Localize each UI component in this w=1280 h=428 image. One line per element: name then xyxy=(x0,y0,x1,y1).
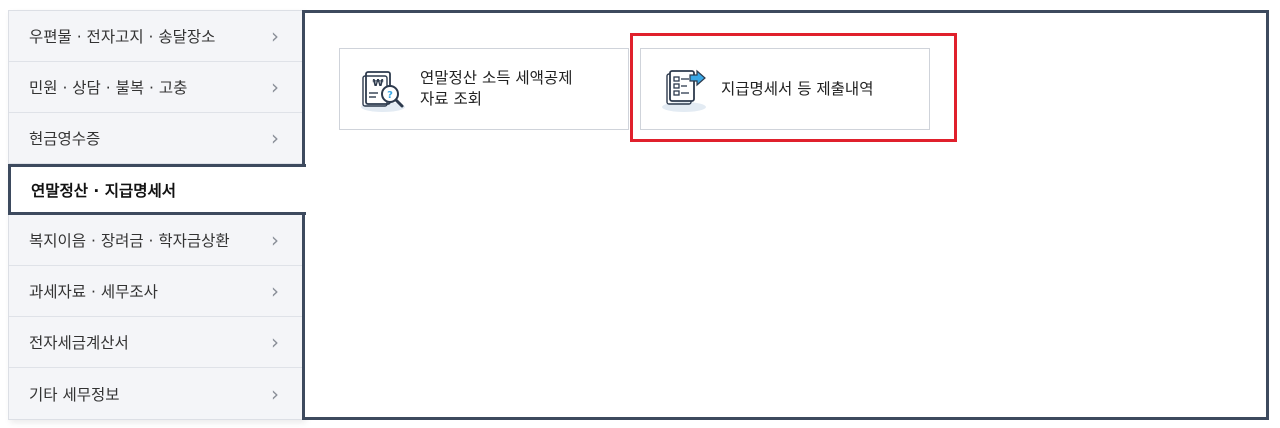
card-label: 지급명세서 등 제출내역 xyxy=(721,79,874,98)
sidebar-item-label: 복지이음 · 장려금 · 학자금상환 xyxy=(29,232,230,250)
chevron-right-icon: › xyxy=(271,279,279,303)
sidebar-item-label: 전자세금계산서 xyxy=(29,334,129,352)
chevron-right-icon: › xyxy=(271,381,279,406)
sidebar-item-label: 기타 세무정보 xyxy=(29,385,120,404)
submenu-panel: ₩ ? 연말정산 소득 세액공제 자료 조회 지급명세서 등 제출내역 xyxy=(302,10,1269,420)
tax-document-search-icon: ₩ ? xyxy=(361,71,405,112)
sidebar-item-cash-receipt[interactable]: 현금영수증 › xyxy=(9,113,303,164)
chevron-right-icon: › xyxy=(271,75,279,99)
sidebar-item-label: 연말정산 · 지급명세서 xyxy=(31,181,177,200)
document-submit-icon xyxy=(662,69,706,112)
sidebar-item-tax-data-audit[interactable]: 과세자료 · 세무조사 › xyxy=(9,266,303,317)
chevron-right-icon: › xyxy=(271,24,279,48)
sidebar-item-label: 민원 · 상담 · 불복 · 고충 xyxy=(29,79,188,97)
sidebar-item-mail-notice[interactable]: 우편물 · 전자고지 · 송달장소 › xyxy=(9,11,303,62)
sidebar-nav: 우편물 · 전자고지 · 송달장소 › 민원 · 상담 · 불복 · 고충 › … xyxy=(8,10,306,420)
svg-text:₩: ₩ xyxy=(372,78,383,89)
chevron-right-icon: › xyxy=(271,228,279,252)
sidebar-item-other-tax-info[interactable]: 기타 세무정보 › xyxy=(9,368,303,419)
sidebar-item-label: 현금영수증 xyxy=(29,130,101,148)
card-deduction-data-inquiry[interactable]: ₩ ? 연말정산 소득 세액공제 자료 조회 xyxy=(339,48,629,130)
sidebar-item-e-tax-invoice[interactable]: 전자세금계산서 › xyxy=(9,317,303,368)
card-statement-submission-history[interactable]: 지급명세서 등 제출내역 xyxy=(640,48,930,130)
sidebar-item-label: 과세자료 · 세무조사 xyxy=(29,283,158,301)
sidebar-item-year-end-settlement[interactable]: 연말정산 · 지급명세서 xyxy=(8,164,306,215)
sidebar-item-civil-complaint[interactable]: 민원 · 상담 · 불복 · 고충 › xyxy=(9,62,303,113)
card-label: 연말정산 소득 세액공제 자료 조회 xyxy=(420,69,573,108)
sidebar-item-welfare-subsidy[interactable]: 복지이음 · 장려금 · 학자금상환 › xyxy=(9,215,303,266)
svg-text:?: ? xyxy=(387,90,393,101)
chevron-right-icon: › xyxy=(271,126,279,150)
chevron-right-icon: › xyxy=(271,330,279,354)
sidebar-item-label: 우편물 · 전자고지 · 송달장소 xyxy=(29,28,216,46)
